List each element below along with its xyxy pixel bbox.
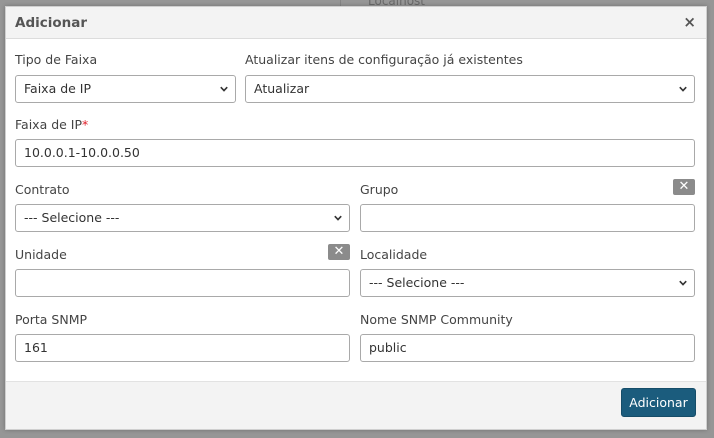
atualizar-select[interactable]: Atualizar (245, 75, 695, 103)
unidade-clear-icon[interactable]: ✕ (328, 244, 350, 260)
close-icon[interactable]: × (683, 14, 696, 30)
grupo-label: Grupo (360, 182, 399, 197)
faixa-ip-label: Faixa de IP* (15, 117, 88, 132)
localidade-select[interactable]: --- Selecione --- (360, 269, 695, 297)
grupo-input[interactable] (360, 204, 695, 232)
dialog-footer: Adicionar (6, 381, 706, 429)
required-mark: * (82, 117, 89, 132)
localidade-label: Localidade (360, 247, 428, 262)
snmp-community-input[interactable]: public (360, 334, 695, 362)
add-button[interactable]: Adicionar (621, 388, 696, 417)
porta-snmp-label: Porta SNMP (15, 312, 88, 327)
unidade-label: Unidade (15, 247, 67, 262)
tipo-faixa-label: Tipo de Faixa (15, 52, 98, 67)
dialog-header: Adicionar × (6, 7, 706, 39)
unidade-input[interactable] (15, 269, 350, 297)
porta-snmp-input[interactable]: 161 (15, 334, 350, 362)
atualizar-value: Atualizar (254, 81, 310, 96)
add-dialog: Adicionar × Tipo de Faixa Faixa de IP At… (5, 6, 707, 430)
localidade-value: --- Selecione --- (369, 275, 465, 290)
tipo-faixa-value: Faixa de IP (24, 81, 92, 96)
chevron-down-icon (220, 86, 228, 92)
atualizar-label: Atualizar itens de configuração já exist… (245, 52, 523, 67)
snmp-community-label: Nome SNMP Community (360, 312, 513, 327)
dialog-title: Adicionar (15, 15, 88, 31)
contrato-value: --- Selecione --- (24, 210, 120, 225)
chevron-down-icon (334, 215, 342, 221)
chevron-down-icon (679, 86, 687, 92)
faixa-ip-input[interactable]: 10.0.0.1-10.0.0.50 (15, 139, 695, 167)
contrato-select[interactable]: --- Selecione --- (15, 204, 350, 232)
contrato-label: Contrato (15, 182, 70, 197)
tipo-faixa-select[interactable]: Faixa de IP (15, 75, 236, 103)
grupo-clear-icon[interactable]: ✕ (673, 179, 695, 195)
faixa-ip-label-text: Faixa de IP (15, 117, 83, 132)
chevron-down-icon (679, 280, 687, 286)
